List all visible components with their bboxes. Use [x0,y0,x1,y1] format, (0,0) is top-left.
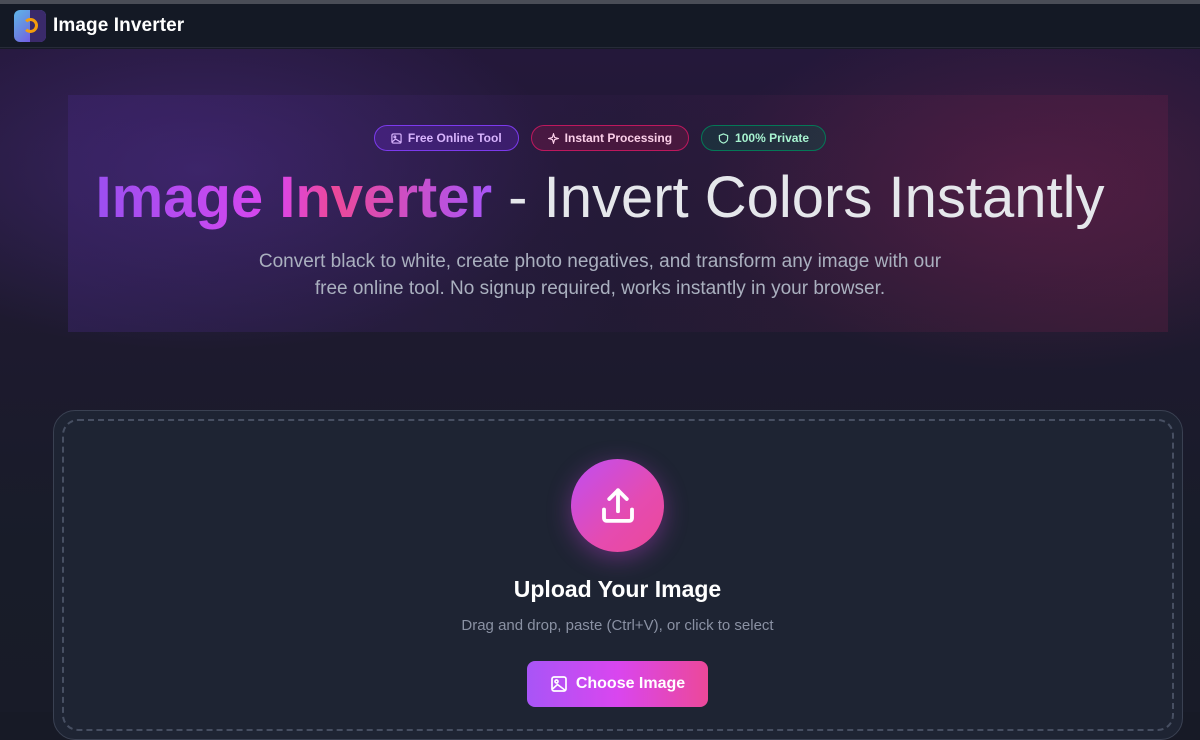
upload-icon-circle[interactable] [571,459,664,552]
badge-label: 100% Private [735,131,810,145]
app-logo-icon[interactable] [14,9,46,42]
badge-instant-processing: Instant Processing [530,125,690,151]
upload-icon [601,487,634,523]
page-subtitle: Convert black to white, create photo neg… [258,251,942,299]
upload-hint: Drag and drop, paste (Ctrl+V), or click … [461,617,774,634]
sparkle-icon [547,132,559,144]
image-icon [550,676,567,692]
badge-free-online-tool: Free Online Tool [373,125,519,151]
upload-title: Upload Your Image [513,576,722,602]
choose-image-label: Choose Image [575,675,686,692]
choose-image-button[interactable]: Choose Image [527,661,708,707]
page-title-highlight: Image Inverter [95,165,493,230]
badge-label: Free Online Tool [407,131,502,145]
feature-badges: Free Online Tool Instant Processing 100%… [0,125,1200,151]
badge-private: 100% Private [701,125,827,151]
page-title: Image Inverter - Invert Colors Instantly [0,164,1200,232]
badge-label: Instant Processing [564,131,673,145]
image-icon [391,132,402,144]
navbar: Image Inverter [0,4,1200,48]
shield-icon [718,132,729,144]
app-name[interactable]: Image Inverter [53,15,184,37]
page-title-rest: - Invert Colors Instantly [492,165,1105,230]
